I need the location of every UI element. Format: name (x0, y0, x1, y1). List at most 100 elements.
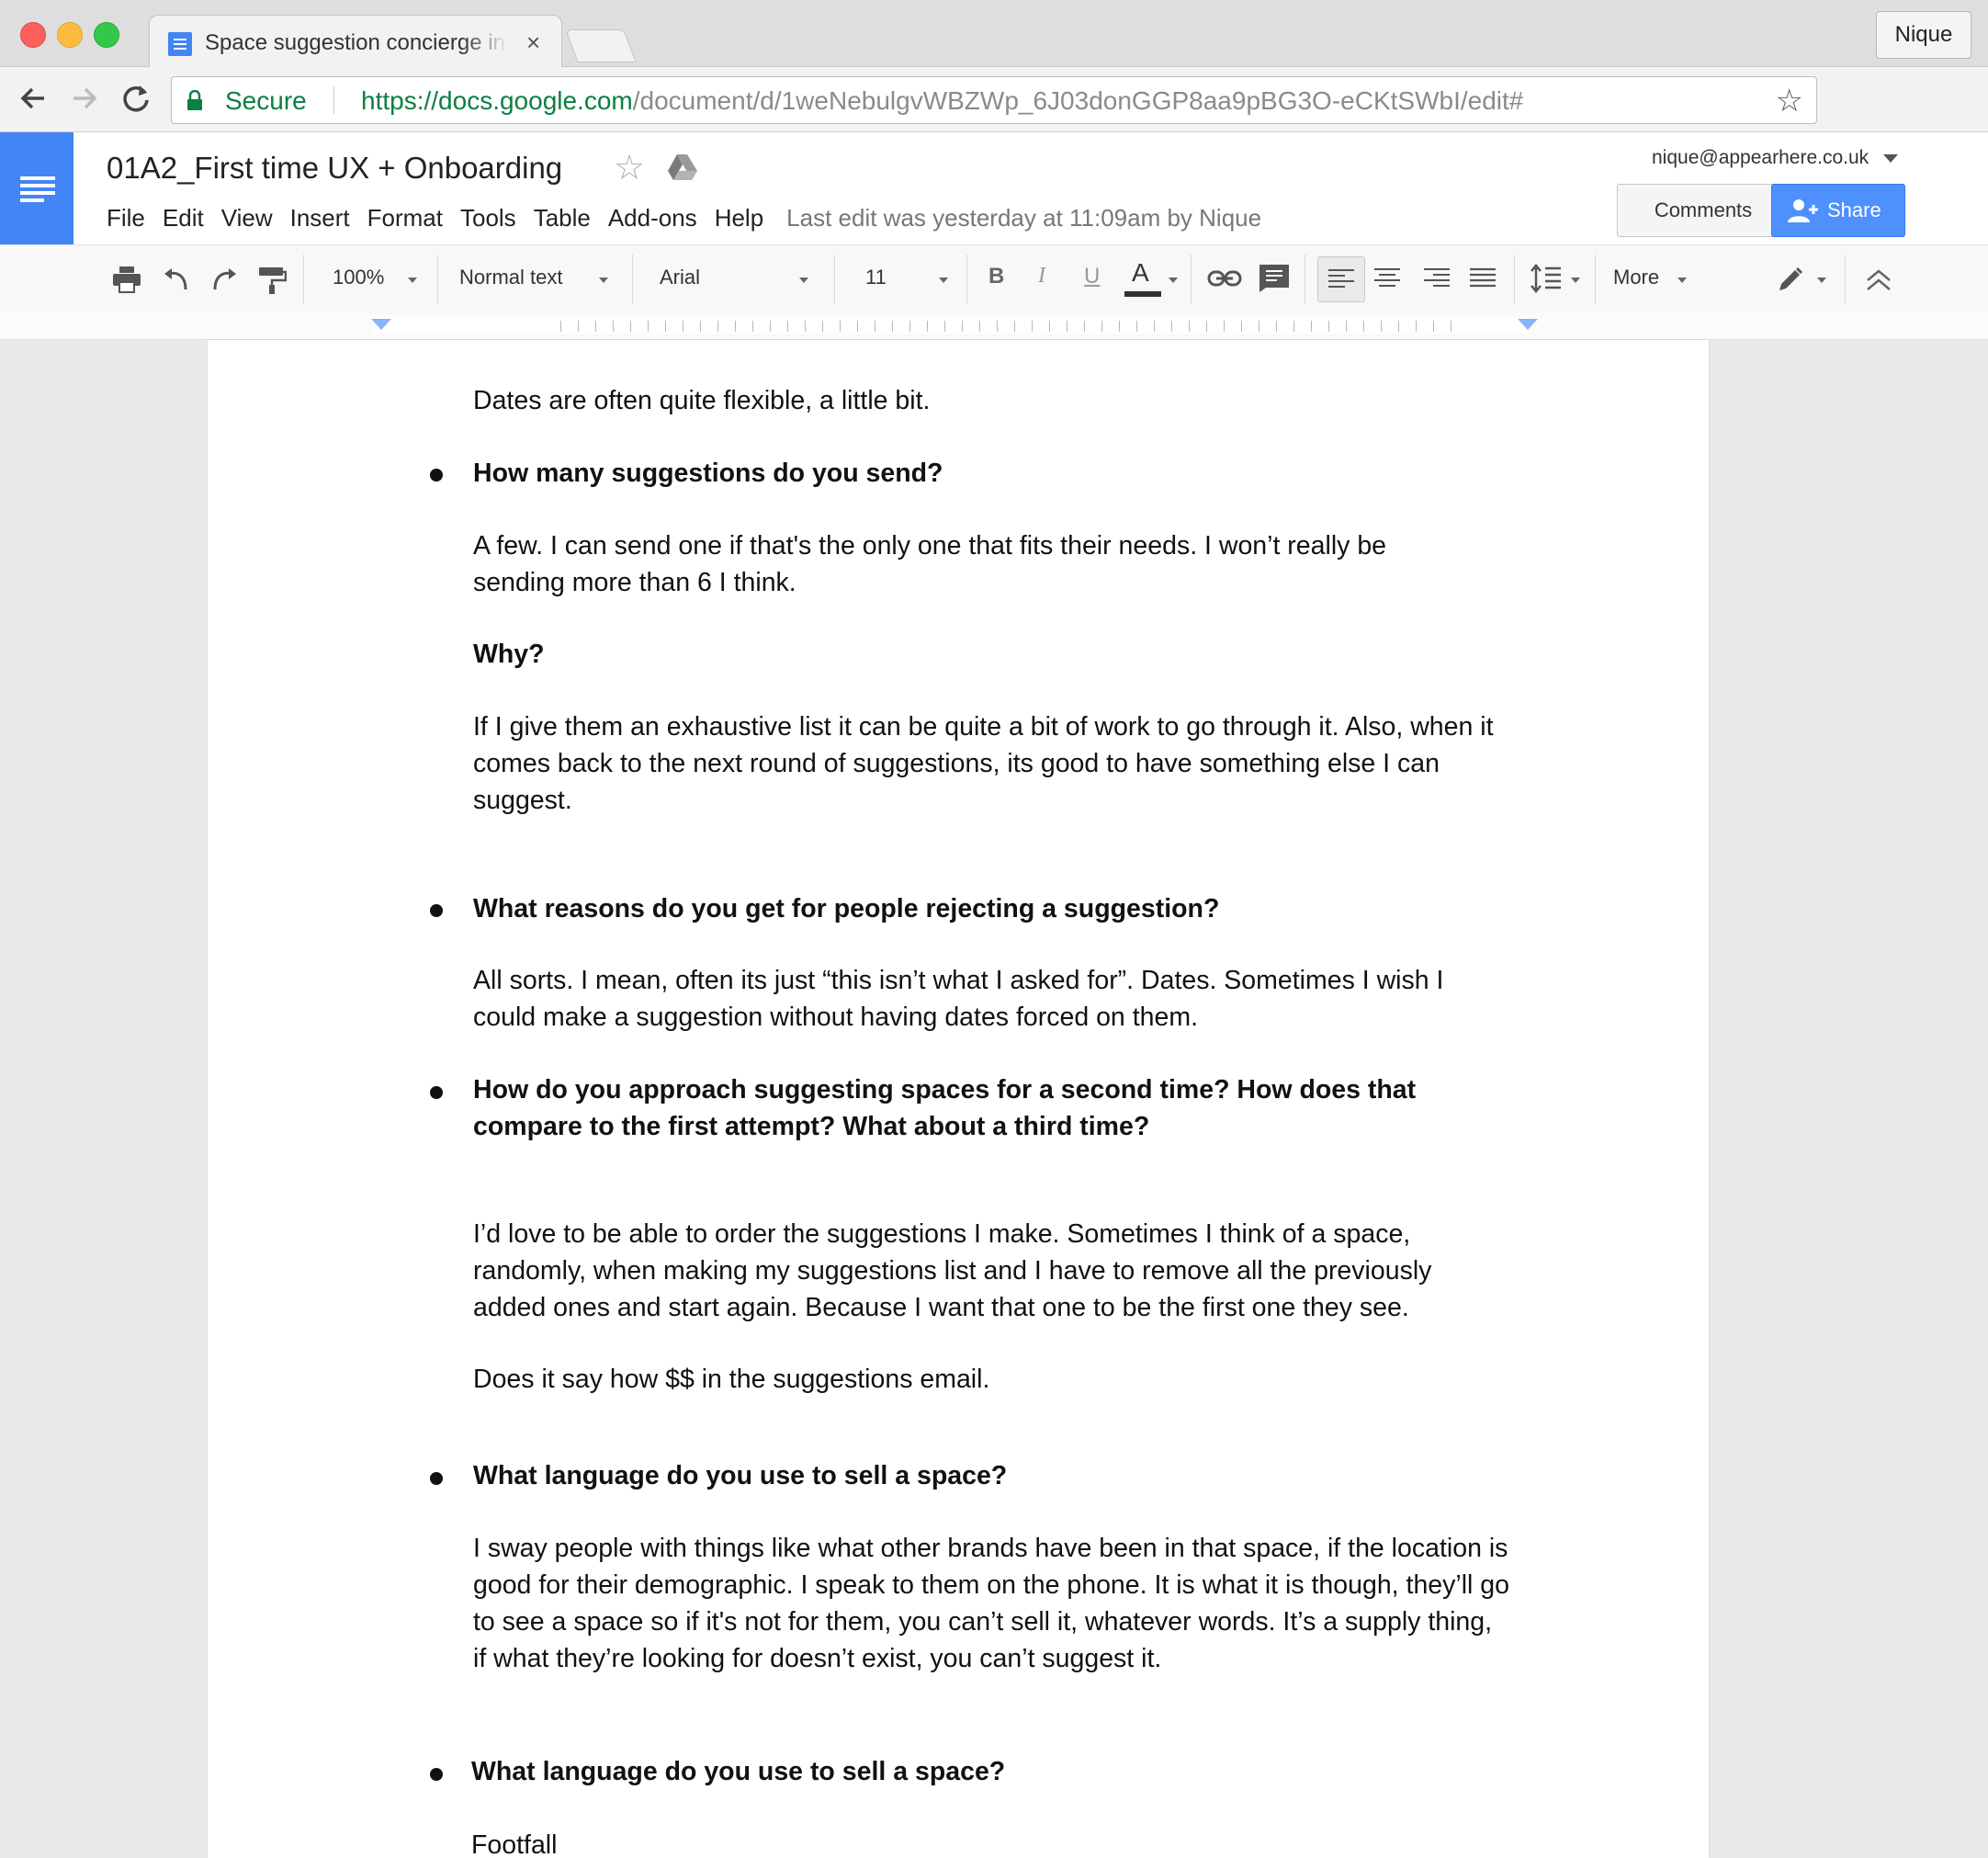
address-bar[interactable]: Secure https://docs.google.com/document/… (171, 76, 1817, 124)
toolbar-divider (437, 255, 438, 304)
question-heading[interactable]: How many suggestions do you send? (473, 455, 1576, 492)
forward-arrow-icon[interactable] (66, 80, 103, 117)
underline-button[interactable]: U (1084, 264, 1100, 289)
docs-home-logo-icon[interactable] (0, 132, 73, 244)
back-arrow-icon[interactable] (15, 80, 51, 117)
toolbar-divider (1845, 255, 1846, 304)
close-tab-icon[interactable]: × (526, 28, 540, 57)
editing-mode-chevron-down-icon[interactable] (1817, 278, 1826, 283)
account-email[interactable]: nique@appearhere.co.uk (1652, 147, 1869, 169)
undo-icon[interactable] (162, 266, 191, 293)
toolbar-divider (1514, 255, 1515, 304)
star-document-icon[interactable]: ☆ (614, 147, 645, 188)
insert-link-icon[interactable] (1207, 269, 1242, 288)
document-title[interactable]: 01A2_First time UX + Onboarding (107, 151, 562, 186)
maximize-window-button[interactable] (94, 22, 119, 48)
new-tab-button[interactable] (565, 29, 637, 62)
italic-button[interactable]: I (1038, 264, 1045, 289)
bold-button[interactable]: B (988, 264, 1004, 289)
comments-button[interactable]: Comments (1617, 184, 1790, 237)
person-add-icon (1788, 199, 1818, 222)
align-left-button[interactable] (1317, 256, 1365, 302)
bullet-point (430, 1086, 443, 1099)
left-indent-marker[interactable] (371, 319, 391, 330)
url-scheme: https:// (361, 86, 439, 115)
question-heading[interactable]: What reasons do you get for people rejec… (473, 890, 1576, 927)
align-center-icon[interactable] (1374, 267, 1400, 289)
size-chevron-down-icon[interactable] (939, 278, 948, 283)
style-chevron-down-icon[interactable] (599, 278, 608, 283)
bookmark-star-icon[interactable]: ☆ (1776, 83, 1803, 119)
bullet-point (430, 1472, 443, 1485)
share-button[interactable]: Share (1771, 184, 1905, 237)
paragraph[interactable]: Footfall (471, 1827, 1574, 1858)
paint-format-icon[interactable] (257, 266, 287, 295)
menu-edit[interactable]: Edit (163, 204, 204, 232)
editing-mode-pencil-icon[interactable] (1777, 266, 1804, 293)
menu-file[interactable]: File (107, 204, 145, 232)
font-chevron-down-icon[interactable] (799, 278, 808, 283)
url-text[interactable]: https://docs.google.com/document/d/1weNe… (361, 86, 1523, 116)
redo-icon[interactable] (209, 266, 239, 293)
question-heading[interactable]: What language do you use to sell a space… (471, 1753, 1574, 1790)
toolbar-divider (303, 255, 304, 304)
print-icon[interactable] (112, 266, 141, 293)
paragraph-style-select[interactable]: Normal text (459, 266, 562, 289)
document-canvas: Dates are often quite flexible, a little… (0, 340, 1988, 1858)
menu-help[interactable]: Help (715, 204, 763, 232)
text-color-button[interactable]: A (1124, 258, 1161, 297)
paragraph[interactable]: Dates are often quite flexible, a little… (473, 382, 1576, 419)
tab-title: Space suggestion concierge interview (205, 30, 508, 55)
bullet-point (430, 1768, 443, 1781)
close-window-button[interactable] (20, 22, 46, 48)
menu-format[interactable]: Format (367, 204, 443, 232)
more-chevron-down-icon[interactable] (1677, 278, 1687, 283)
move-to-folder-icon[interactable] (667, 153, 698, 182)
menu-table[interactable]: Table (534, 204, 591, 232)
line-spacing-chevron-down-icon[interactable] (1571, 278, 1580, 283)
question-heading[interactable]: What language do you use to sell a space… (473, 1457, 1576, 1494)
align-right-icon[interactable] (1424, 267, 1450, 289)
question-heading[interactable]: Why? (473, 636, 1576, 673)
profile-button[interactable]: Nique (1876, 11, 1971, 59)
secure-label: Secure (225, 86, 307, 115)
menu-insert[interactable]: Insert (290, 204, 350, 232)
browser-toolbar: Secure https://docs.google.com/document/… (0, 67, 1988, 132)
share-label: Share (1827, 198, 1881, 221)
minimize-window-button[interactable] (57, 22, 83, 48)
font-size-select[interactable]: 11 (865, 266, 887, 289)
bullet-point (430, 904, 443, 917)
address-divider (333, 86, 334, 114)
google-docs-favicon-icon (168, 32, 192, 56)
account-chevron-down-icon[interactable] (1883, 154, 1898, 163)
question-heading[interactable]: How do you approach suggesting spaces fo… (473, 1071, 1465, 1145)
menu-add-ons[interactable]: Add-ons (608, 204, 697, 232)
paragraph[interactable]: If I give them an exhaustive list it can… (473, 708, 1520, 819)
browser-tab-active[interactable]: Space suggestion concierge interview × (149, 15, 562, 69)
text-color-chevron-down-icon[interactable] (1169, 278, 1178, 283)
font-family-select[interactable]: Arial (660, 266, 700, 289)
zoom-select[interactable]: 100% (333, 266, 384, 289)
last-edit-link[interactable]: Last edit was yesterday at 11:09am by Ni… (786, 204, 1261, 232)
paragraph[interactable]: All sorts. I mean, often its just “this … (473, 962, 1502, 1036)
docs-menu-bar: File Edit View Insert Format Tools Table Add-on… (107, 204, 1261, 235)
toolbar-divider (1191, 255, 1192, 304)
document-page[interactable]: Dates are often quite flexible, a little… (208, 340, 1709, 1858)
line-spacing-icon[interactable] (1531, 264, 1562, 293)
collapse-toolbar-chevron-up-icon[interactable] (1865, 266, 1892, 293)
more-button[interactable]: More (1613, 266, 1659, 289)
right-indent-marker[interactable] (1518, 319, 1538, 330)
toolbar-divider (1595, 255, 1596, 304)
paragraph[interactable]: I sway people with things like what othe… (473, 1530, 1511, 1677)
menu-tools[interactable]: Tools (460, 204, 516, 232)
paragraph[interactable]: I’d love to be able to order the suggest… (473, 1216, 1474, 1326)
paragraph[interactable]: Does it say how $$ in the suggestions em… (473, 1361, 1576, 1398)
insert-comment-icon[interactable] (1259, 264, 1290, 293)
zoom-chevron-down-icon[interactable] (408, 278, 417, 283)
text-color-letter: A (1132, 258, 1149, 287)
toolbar-divider (966, 255, 967, 304)
menu-view[interactable]: View (221, 204, 273, 232)
reload-icon[interactable] (118, 80, 154, 117)
paragraph[interactable]: A few. I can send one if that's the only… (473, 527, 1447, 601)
justify-icon[interactable] (1470, 267, 1496, 289)
